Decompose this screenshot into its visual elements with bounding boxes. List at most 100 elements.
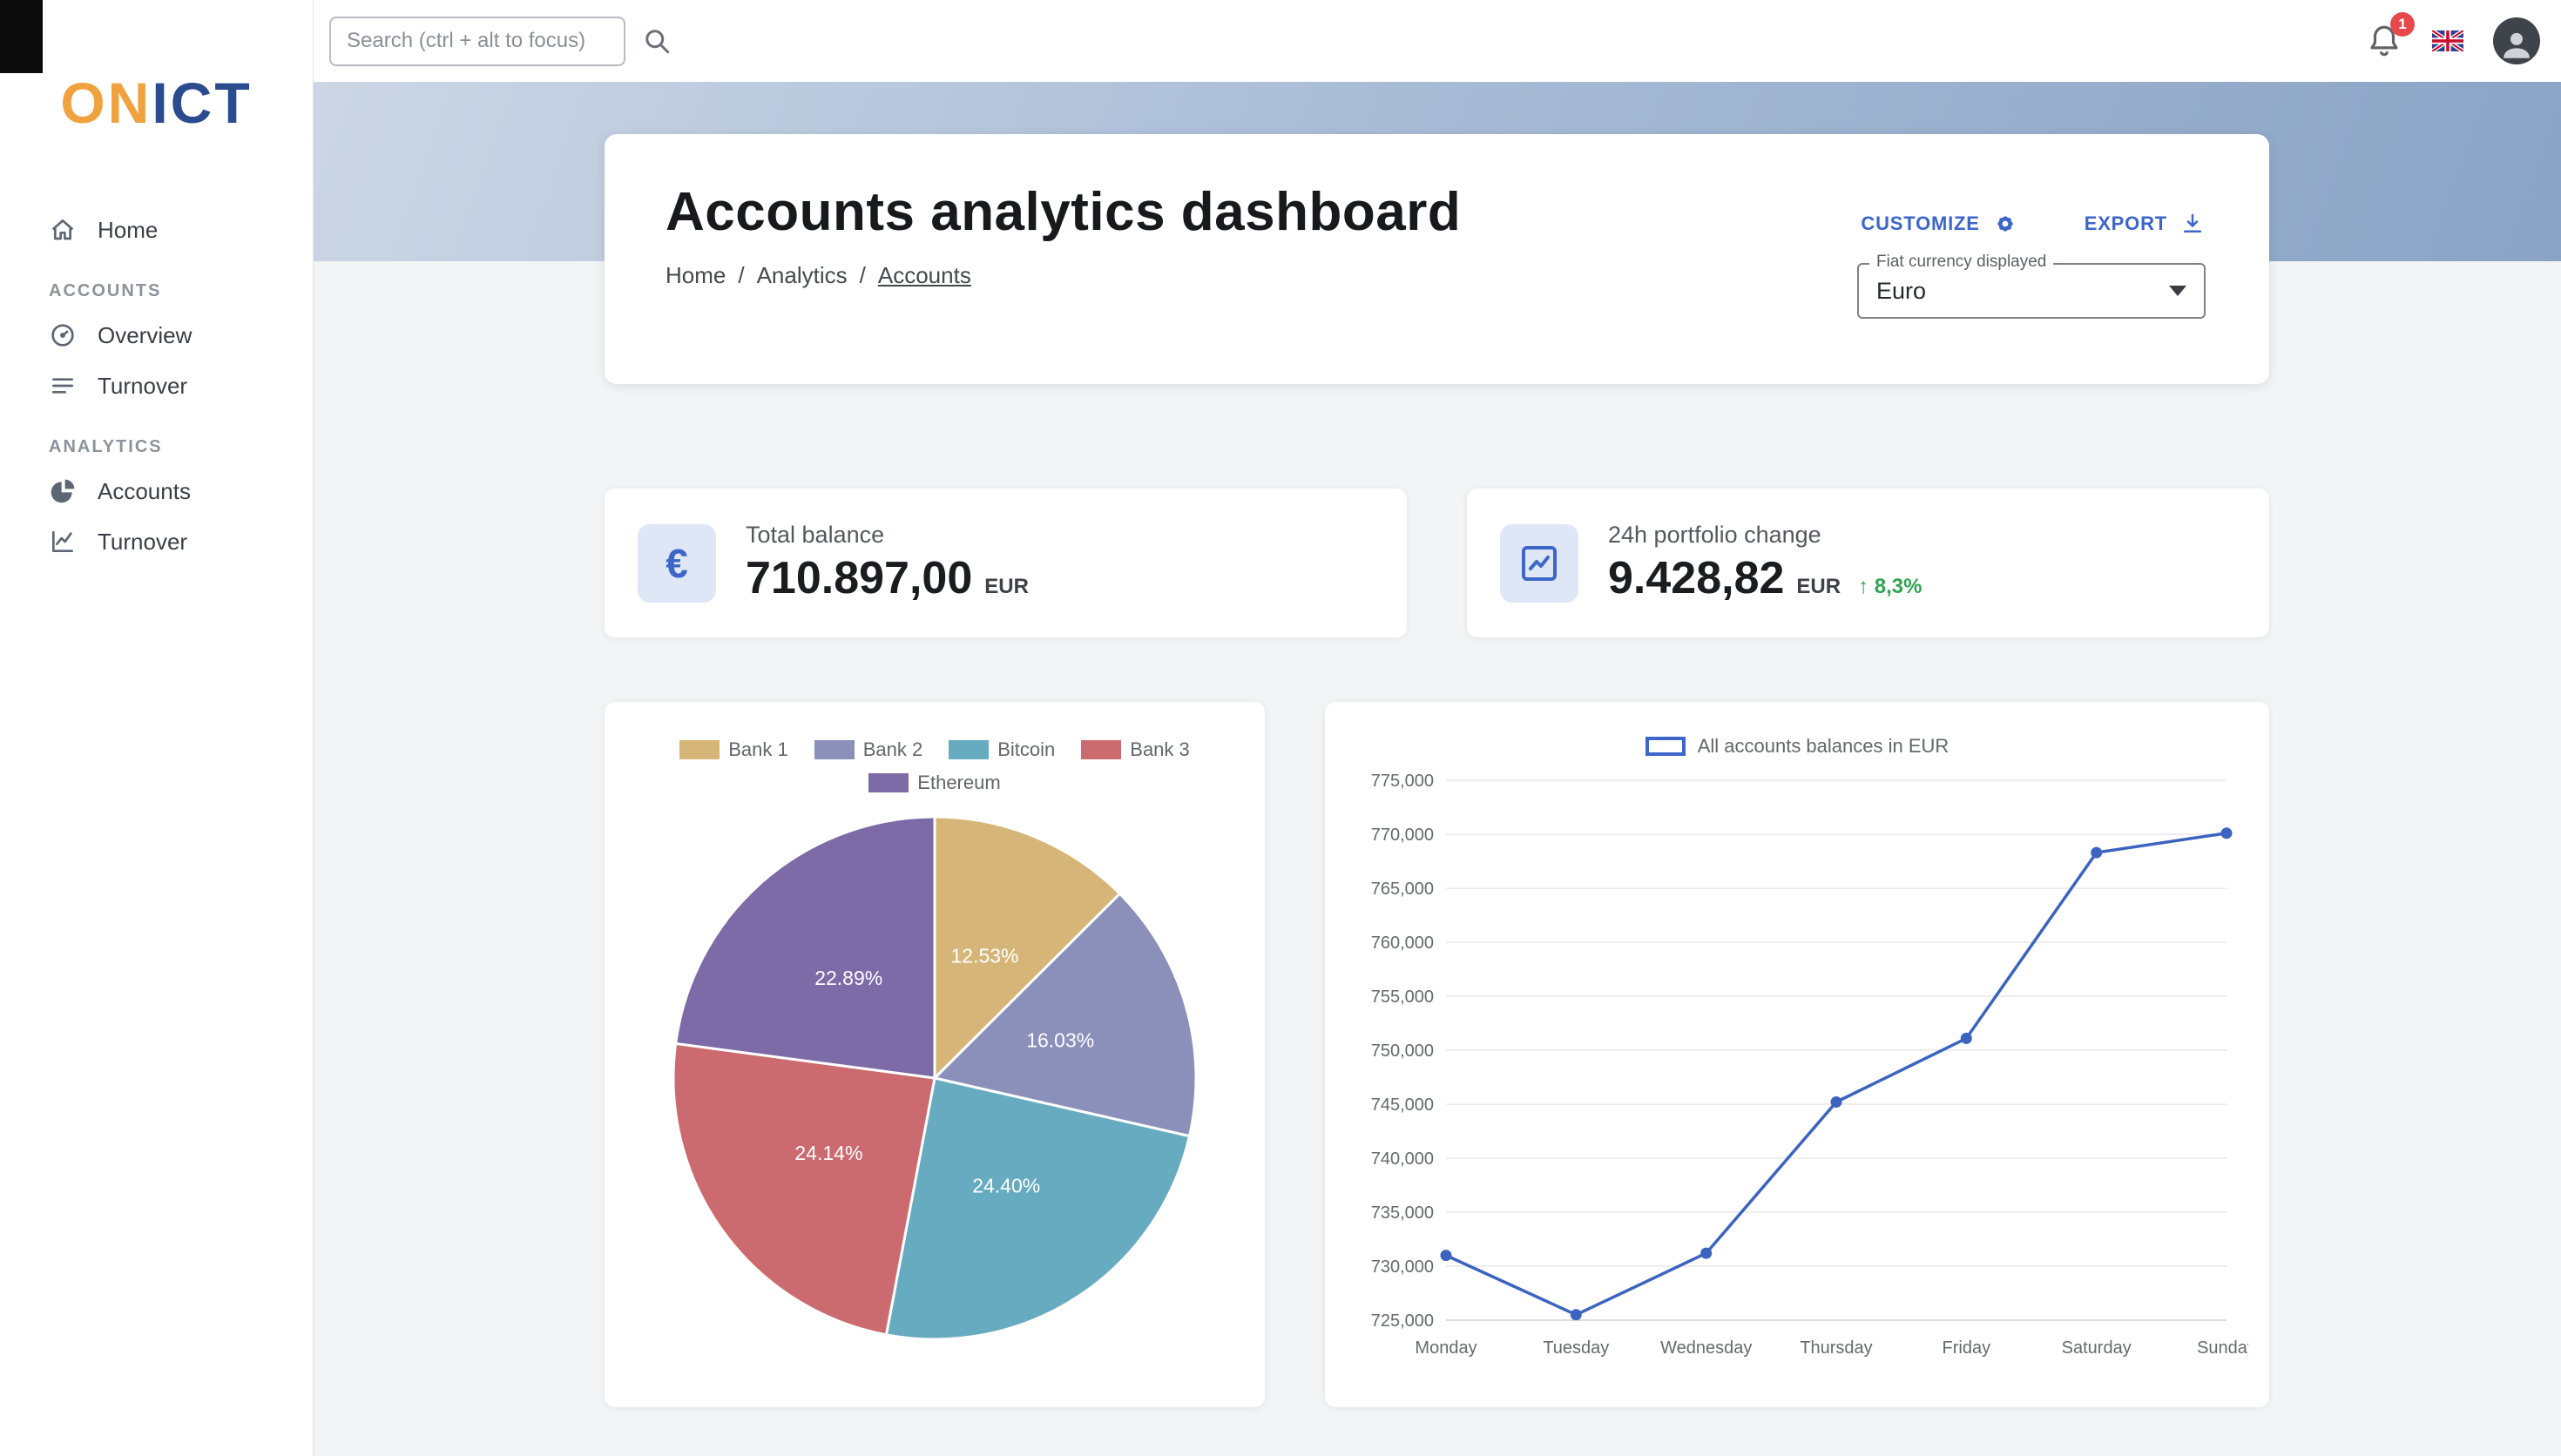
search-bar [329, 17, 672, 66]
topbar: 1 [314, 0, 2561, 82]
stat-value: 710.897,00 [746, 552, 972, 604]
pie-chart-icon [49, 477, 77, 505]
svg-text:745,000: 745,000 [1371, 1095, 1434, 1115]
search-icon[interactable] [641, 25, 672, 57]
stat-change: ↑ 8,3% [1858, 575, 1922, 599]
svg-text:Sunday: Sunday [2197, 1338, 2248, 1358]
sidebar-item-overview[interactable]: Overview [0, 310, 313, 361]
stat-change-value: 8,3% [1875, 575, 1922, 598]
topbar-actions: 1 [2366, 17, 2540, 64]
pie-legend: Bank 1 Bank 2 Bitcoin Bank 3 Ethereum [647, 738, 1222, 794]
customize-label: CUSTOMIZE [1861, 212, 1979, 235]
line-chart-card: All accounts balances in EUR 725,000730,… [1325, 702, 2269, 1407]
legend-item[interactable]: Bank 1 [679, 738, 788, 761]
svg-text:735,000: 735,000 [1371, 1203, 1434, 1223]
language-flag-icon[interactable] [2432, 30, 2463, 51]
sidebar-section-analytics: ANALYTICS [49, 437, 313, 457]
sidebar-item-turnover-accounts[interactable]: Turnover [0, 361, 313, 411]
currency-select-label: Fiat currency displayed [1869, 253, 2053, 272]
sidebar-nav: Home ACCOUNTS Overview Turnover ANALYTIC… [0, 205, 313, 567]
currency-select-value: Euro [1876, 278, 1926, 305]
sidebar-item-label: Turnover [98, 373, 187, 400]
sidebar-item-label: Home [98, 217, 158, 244]
breadcrumb-home[interactable]: Home [666, 262, 726, 289]
bell-icon [2366, 48, 2402, 63]
legend-label: Ethereum [917, 772, 1000, 794]
customize-button[interactable]: CUSTOMIZE [1861, 211, 2017, 237]
sidebar: ONICT Home ACCOUNTS Overview Turnover [0, 0, 314, 1456]
legend-swatch [949, 740, 989, 759]
stat-label: 24h portfolio change [1608, 522, 1922, 549]
portfolio-change-text: 24h portfolio change 9.428,82 EUR ↑ 8,3% [1608, 522, 1922, 604]
sidebar-section-accounts: ACCOUNTS [49, 281, 313, 301]
svg-text:750,000: 750,000 [1371, 1041, 1434, 1061]
svg-text:22.89%: 22.89% [814, 967, 882, 989]
search-input[interactable] [329, 17, 625, 66]
content: Accounts analytics dashboard Home / Anal… [314, 82, 2561, 1456]
svg-text:Monday: Monday [1415, 1338, 1476, 1358]
export-button[interactable]: EXPORT [2085, 211, 2206, 237]
line-legend-label: All accounts balances in EUR [1698, 735, 1949, 758]
sidebar-item-home[interactable]: Home [0, 205, 313, 255]
svg-text:Thursday: Thursday [1800, 1338, 1872, 1358]
legend-item[interactable]: Bank 2 [814, 738, 923, 761]
chevron-down-icon [2169, 286, 2186, 296]
sidebar-item-label: Turnover [98, 529, 187, 556]
line-chart-icon [49, 528, 77, 556]
user-avatar[interactable] [2493, 17, 2540, 64]
fiat-currency-select[interactable]: Fiat currency displayed Euro [1857, 263, 2206, 319]
export-label: EXPORT [2085, 212, 2167, 235]
download-icon [2179, 211, 2206, 237]
legend-item[interactable]: Bitcoin [949, 738, 1055, 761]
legend-item[interactable]: Bank 3 [1081, 738, 1190, 761]
legend-label: Bitcoin [997, 738, 1055, 761]
breadcrumb-separator: / [860, 262, 866, 289]
svg-text:740,000: 740,000 [1371, 1149, 1434, 1169]
page-container: Accounts analytics dashboard Home / Anal… [314, 82, 2561, 1407]
legend-label: Bank 3 [1130, 738, 1190, 761]
charts-row: Bank 1 Bank 2 Bitcoin Bank 3 Ethereum 12.53%… [605, 702, 2269, 1407]
svg-text:12.53%: 12.53% [950, 945, 1018, 967]
legend-swatch [814, 740, 855, 759]
svg-text:760,000: 760,000 [1371, 934, 1434, 953]
accounts-pie-chart: 12.53% 16.03% 24.40% 24.14% 22.89% [665, 808, 1205, 1352]
breadcrumb-analytics[interactable]: Analytics [757, 262, 848, 289]
svg-text:Wednesday: Wednesday [1660, 1338, 1752, 1358]
notifications-button[interactable]: 1 [2366, 23, 2402, 59]
gauge-icon [49, 321, 77, 349]
line-legend[interactable]: All accounts balances in EUR [1645, 735, 1949, 758]
stat-currency: EUR [984, 575, 1029, 599]
svg-text:730,000: 730,000 [1371, 1257, 1434, 1277]
gear-icon [1992, 211, 2018, 237]
total-balance-text: Total balance 710.897,00 EUR [746, 522, 1029, 604]
svg-text:765,000: 765,000 [1371, 880, 1434, 899]
breadcrumb-separator: / [738, 262, 744, 289]
notification-badge: 1 [2390, 12, 2415, 37]
svg-text:775,000: 775,000 [1371, 772, 1434, 791]
breadcrumb-accounts[interactable]: Accounts [878, 262, 971, 289]
legend-swatch [868, 773, 909, 792]
svg-text:16.03%: 16.03% [1026, 1029, 1094, 1052]
legend-label: Bank 1 [728, 738, 788, 761]
svg-text:24.14%: 24.14% [794, 1142, 862, 1164]
svg-text:24.40%: 24.40% [972, 1174, 1040, 1196]
legend-swatch [679, 740, 720, 759]
trend-chart-icon [1500, 524, 1578, 603]
legend-item[interactable]: Ethereum [868, 772, 1000, 794]
sidebar-item-label: Overview [98, 322, 192, 349]
sidebar-item-turnover-analytics[interactable]: Turnover [0, 516, 313, 567]
corner-accent [0, 0, 43, 73]
sidebar-item-label: Accounts [98, 478, 191, 505]
euro-icon: € [638, 524, 716, 603]
brand-logo-part2: ICT [152, 70, 252, 136]
list-icon [49, 372, 77, 400]
stat-label: Total balance [746, 522, 1029, 549]
sidebar-item-accounts-analytics[interactable]: Accounts [0, 466, 313, 516]
app-root: ONICT Home ACCOUNTS Overview Turnover [0, 0, 2561, 1456]
trend-up-icon: ↑ [1858, 575, 1868, 598]
legend-label: Bank 2 [863, 738, 923, 761]
brand-logo[interactable]: ONICT [0, 0, 313, 205]
main-area: 1 [314, 0, 2561, 1456]
header-buttons-row: CUSTOMIZE EXPORT [1861, 211, 2206, 237]
total-balance-card: € Total balance 710.897,00 EUR [605, 489, 1407, 637]
